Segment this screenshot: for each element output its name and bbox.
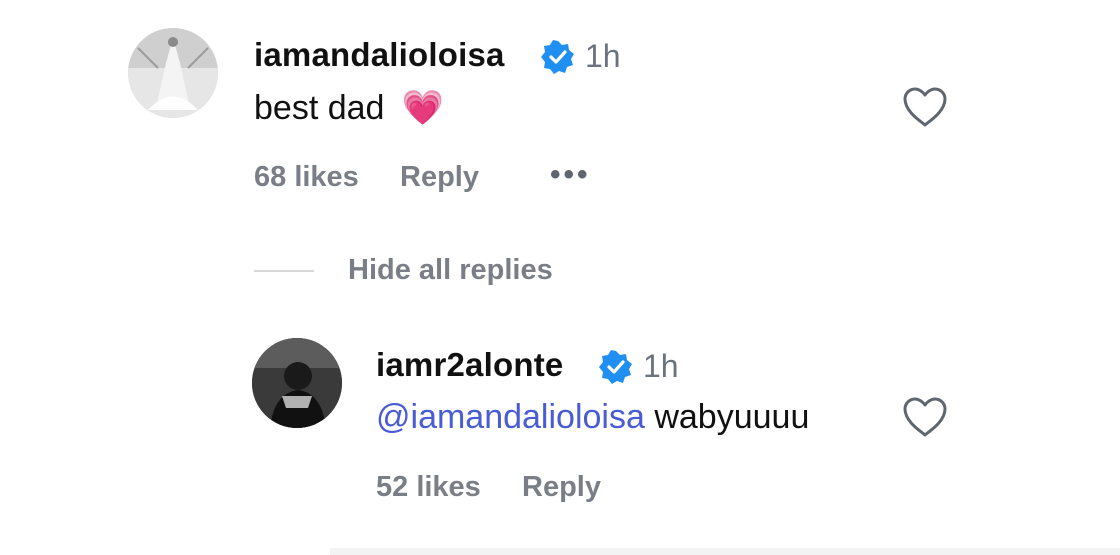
reply-timestamp: 1h <box>643 348 679 384</box>
verified-badge-icon <box>541 40 575 74</box>
avatar[interactable] <box>128 28 218 118</box>
comment-username[interactable]: iamandalioloisa <box>254 36 505 74</box>
reply-likes-count[interactable]: 52 likes <box>376 471 481 504</box>
comment-reply-button[interactable]: Reply <box>400 161 479 194</box>
avatar-photo <box>128 28 218 118</box>
reply-avatar-photo <box>252 338 342 428</box>
reply-text: @iamandalioloisa wabyuuuu <box>376 398 809 437</box>
replies-divider <box>254 270 314 272</box>
comment-text: best dad 💗 <box>254 88 444 128</box>
pink-heart-emoji: 💗 <box>401 89 445 127</box>
more-options-icon[interactable]: ••• <box>550 158 591 192</box>
reply-body: wabyuuuu <box>654 398 810 436</box>
next-item-edge <box>330 548 1120 555</box>
reply-verified-badge-icon <box>599 350 633 384</box>
hide-all-replies-button[interactable]: Hide all replies <box>348 254 553 287</box>
reply-like-heart-icon[interactable] <box>902 396 948 438</box>
reply-mention-link[interactable]: @iamandalioloisa <box>376 398 645 436</box>
reply-reply-button[interactable]: Reply <box>522 471 601 504</box>
comment-timestamp: 1h <box>585 38 621 74</box>
like-heart-icon[interactable] <box>902 86 948 128</box>
comment-body: best dad <box>254 89 385 127</box>
reply-username[interactable]: iamr2alonte <box>376 346 563 384</box>
reply-avatar[interactable] <box>252 338 342 428</box>
comment-likes-count[interactable]: 68 likes <box>254 161 359 194</box>
